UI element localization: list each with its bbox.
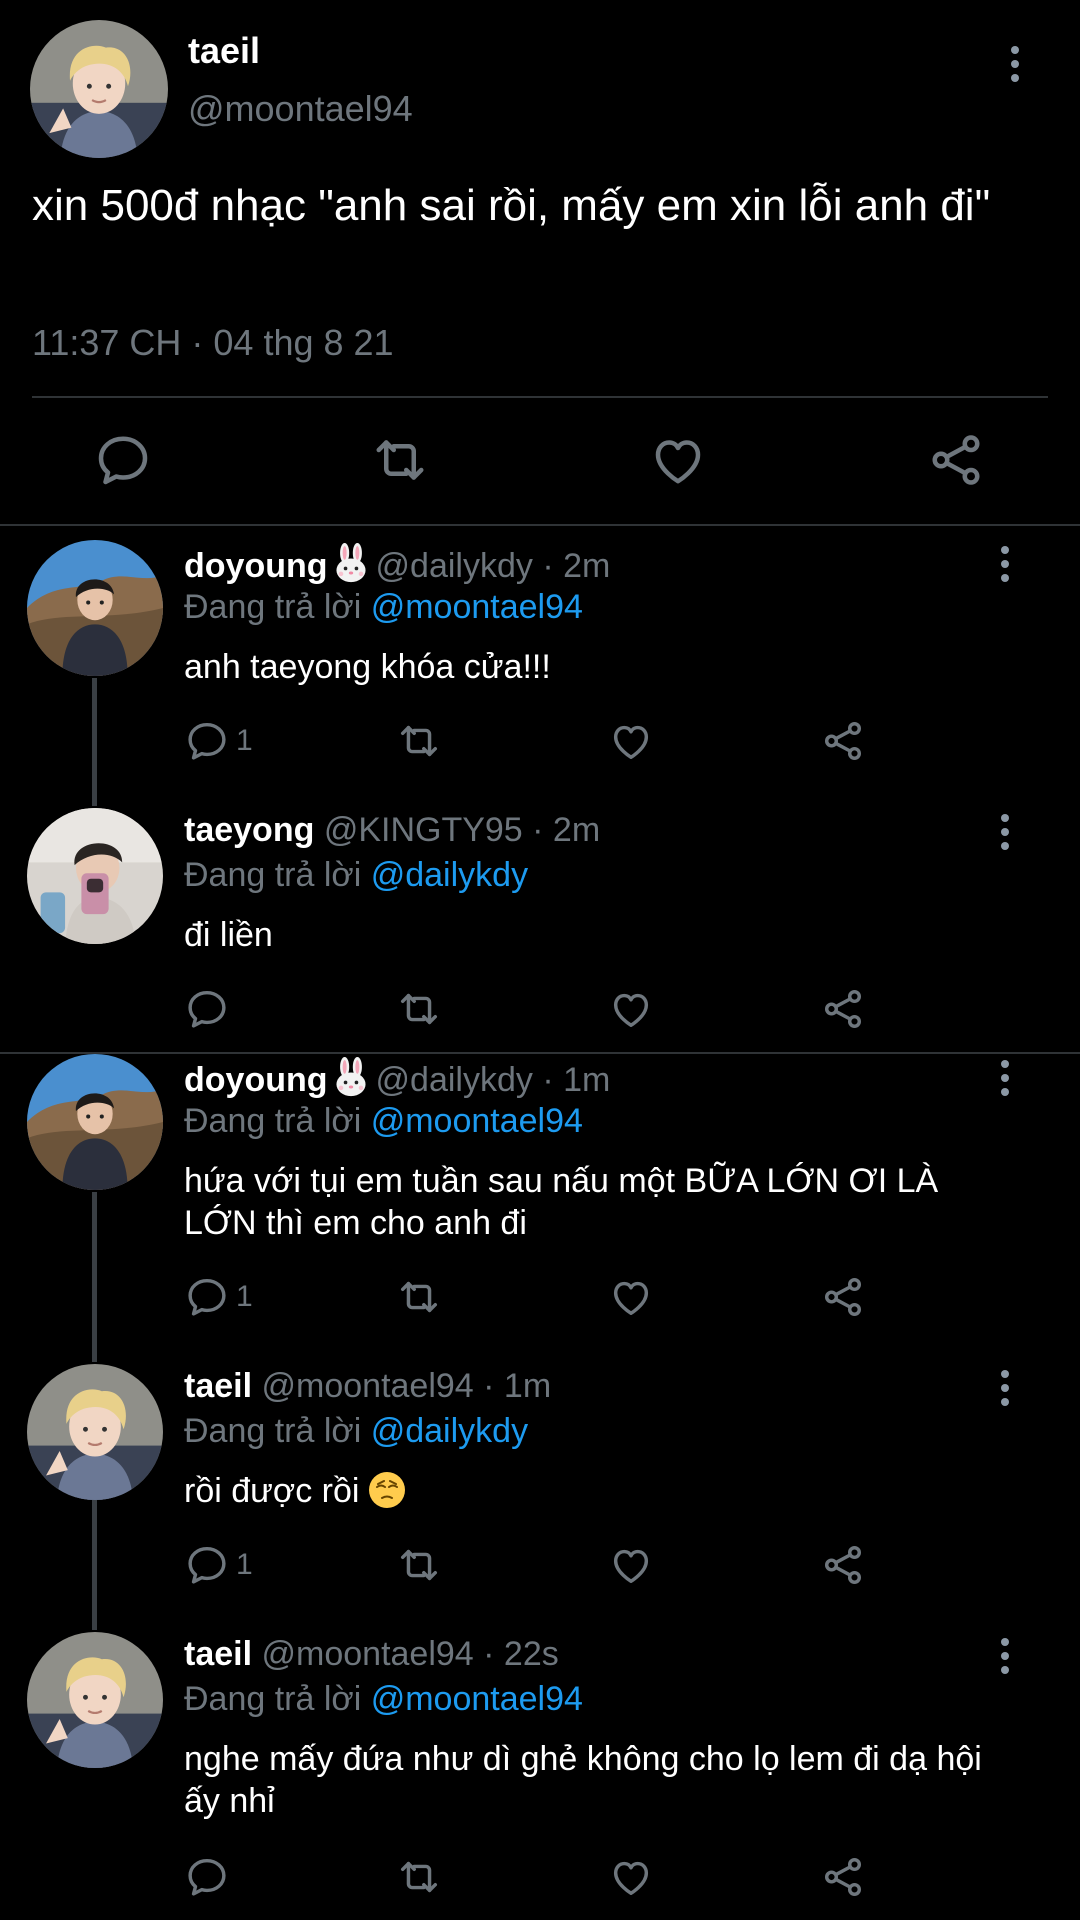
thread-line bbox=[92, 1500, 97, 1630]
like-icon[interactable] bbox=[608, 1540, 654, 1590]
tweet-timestamp: 11:37 CH · 04 thg 8 21 bbox=[32, 322, 394, 363]
like-icon[interactable] bbox=[648, 430, 708, 490]
reply-text: anh taeyong khóa cửa!!! bbox=[184, 648, 551, 686]
thread-line bbox=[92, 1192, 97, 1362]
replying-to-link[interactable]: @dailykdy bbox=[371, 856, 528, 894]
main-tweet: taeil @moontael94 xin 500đ nhạc "anh sai… bbox=[0, 0, 1080, 525]
avatar[interactable] bbox=[27, 1054, 163, 1190]
replying-to-link[interactable]: @dailykdy bbox=[371, 1412, 528, 1450]
reply-text: hứa với tụi em tuần sau nấu một BỮA LỚN … bbox=[184, 1162, 939, 1242]
reply-text: nghe mấy đứa như dì ghẻ không cho lọ lem… bbox=[184, 1740, 982, 1820]
author-name[interactable]: doyoung bbox=[184, 1061, 328, 1099]
replying-label: Đang trả lời bbox=[184, 1412, 362, 1450]
like-icon[interactable] bbox=[608, 1852, 654, 1902]
retweet-icon[interactable] bbox=[396, 1540, 442, 1590]
replying-to-link[interactable]: @moontael94 bbox=[371, 588, 583, 626]
reply-icon[interactable] bbox=[184, 984, 230, 1034]
replying-label: Đang trả lời bbox=[184, 1102, 362, 1140]
share-icon[interactable] bbox=[820, 1852, 866, 1902]
retweet-icon[interactable] bbox=[396, 1852, 442, 1902]
handle-time: @dailykdy · 1m bbox=[375, 1061, 611, 1099]
reply-button[interactable]: 1 bbox=[184, 1272, 253, 1322]
author-handle[interactable]: @moontael94 bbox=[188, 88, 413, 130]
retweet-icon[interactable] bbox=[370, 430, 430, 490]
author-name[interactable]: taeyong bbox=[184, 811, 314, 849]
share-icon[interactable] bbox=[926, 430, 986, 490]
reply-count: 1 bbox=[236, 1548, 253, 1581]
replying-label: Đang trả lời bbox=[184, 1680, 362, 1718]
replying-to-link[interactable]: @moontael94 bbox=[371, 1680, 583, 1718]
rabbit-emoji-icon bbox=[332, 543, 370, 592]
like-icon[interactable] bbox=[608, 1272, 654, 1322]
divider bbox=[0, 524, 1080, 526]
share-icon[interactable] bbox=[820, 1272, 866, 1322]
avatar[interactable] bbox=[27, 808, 163, 944]
retweet-icon[interactable] bbox=[396, 716, 442, 766]
reply-button[interactable]: 1 bbox=[184, 1540, 253, 1590]
reply-icon bbox=[184, 1274, 230, 1320]
reply-text: rồi được rồi bbox=[184, 1472, 360, 1510]
more-options-icon[interactable] bbox=[1000, 1058, 1010, 1098]
author-name[interactable]: taeil bbox=[184, 1635, 252, 1673]
reply-icon bbox=[184, 1542, 230, 1588]
reply-count: 1 bbox=[236, 724, 253, 757]
avatar[interactable] bbox=[30, 20, 168, 158]
author-name[interactable]: taeil bbox=[188, 30, 260, 72]
reply-icon bbox=[184, 718, 230, 764]
share-icon[interactable] bbox=[820, 984, 866, 1034]
reply-icon[interactable] bbox=[93, 430, 153, 490]
avatar[interactable] bbox=[27, 540, 163, 676]
like-icon[interactable] bbox=[608, 984, 654, 1034]
more-options-icon[interactable] bbox=[1000, 1636, 1010, 1676]
pensive-face-icon bbox=[367, 1470, 407, 1520]
thread-line bbox=[92, 678, 97, 806]
rabbit-emoji-icon bbox=[332, 1057, 370, 1106]
replying-to-link[interactable]: @moontael94 bbox=[371, 1102, 583, 1140]
reply-text: đi liền bbox=[184, 916, 273, 954]
more-options-icon[interactable] bbox=[1000, 544, 1010, 584]
tweet-text: xin 500đ nhạc "anh sai rồi, mấy em xin l… bbox=[32, 181, 991, 230]
share-icon[interactable] bbox=[820, 716, 866, 766]
retweet-icon[interactable] bbox=[396, 1272, 442, 1322]
more-options-icon[interactable] bbox=[1000, 812, 1010, 852]
handle-time: @KINGTY95 · 2m bbox=[323, 811, 601, 849]
avatar[interactable] bbox=[27, 1632, 163, 1768]
handle-time: @moontael94 · 1m bbox=[261, 1367, 552, 1405]
avatar[interactable] bbox=[27, 1364, 163, 1500]
more-options-icon[interactable] bbox=[1000, 1368, 1010, 1408]
replying-label: Đang trả lời bbox=[184, 588, 362, 626]
divider bbox=[0, 1052, 1080, 1054]
reply-count: 1 bbox=[236, 1280, 253, 1313]
like-icon[interactable] bbox=[608, 716, 654, 766]
handle-time: @dailykdy · 2m bbox=[375, 547, 611, 585]
author-name[interactable]: doyoung bbox=[184, 547, 328, 585]
reply-icon[interactable] bbox=[184, 1852, 230, 1902]
author-name[interactable]: taeil bbox=[184, 1367, 252, 1405]
divider bbox=[32, 396, 1048, 398]
reply-button[interactable]: 1 bbox=[184, 716, 253, 766]
more-options-icon[interactable] bbox=[1010, 44, 1020, 84]
replying-label: Đang trả lời bbox=[184, 856, 362, 894]
retweet-icon[interactable] bbox=[396, 984, 442, 1034]
handle-time: @moontael94 · 22s bbox=[261, 1635, 559, 1673]
share-icon[interactable] bbox=[820, 1540, 866, 1590]
